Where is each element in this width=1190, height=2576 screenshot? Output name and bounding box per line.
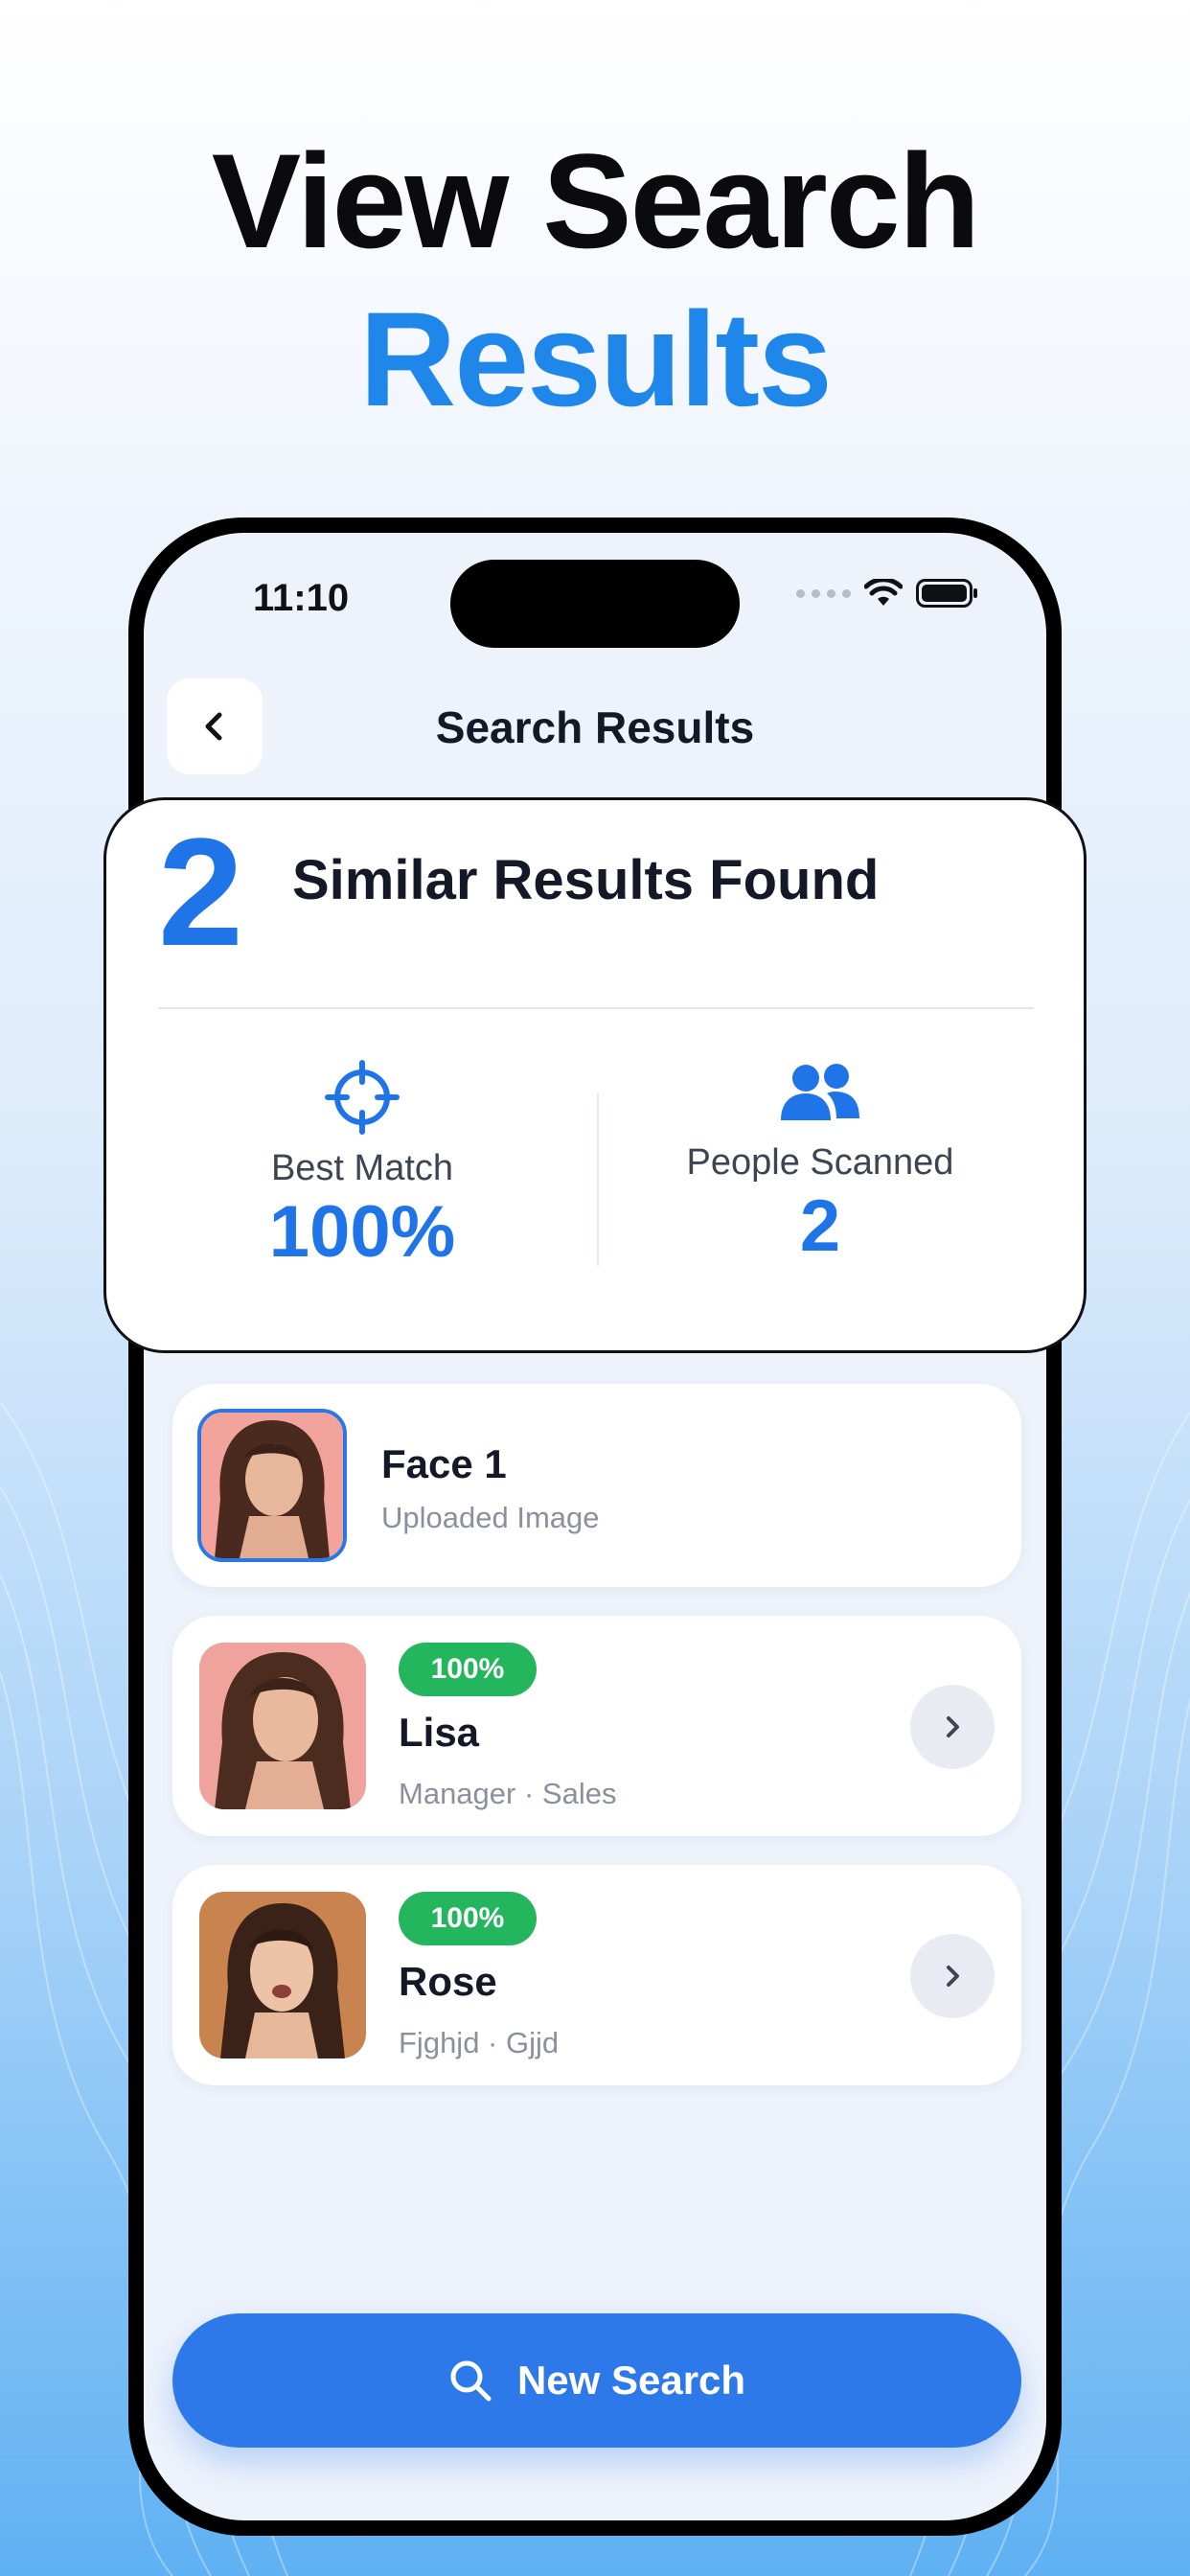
new-search-button[interactable]: New Search [172, 2313, 1021, 2448]
status-time: 11:10 [253, 577, 350, 619]
results-list: Face 1 Uploaded Image 100% Lisa Manager … [172, 1384, 1021, 2114]
new-search-label: New Search [516, 2358, 746, 2403]
best-match-label: Best Match [270, 1148, 454, 1188]
page-title: Search Results [435, 702, 755, 752]
result-name: Rose [399, 1959, 497, 2004]
headline-line-1: View Search [211, 126, 980, 276]
match-badge: 100% [399, 1643, 537, 1696]
summary-title: Similar Results Found [292, 849, 880, 911]
summary-divider [158, 1007, 1034, 1009]
uploaded-face-thumbnail [197, 1409, 347, 1562]
result-card-rose[interactable]: 100% Rose Fjghjd · Gjjd [172, 1865, 1021, 2085]
result-card-lisa[interactable]: 100% Lisa Manager · Sales [172, 1616, 1021, 1836]
chevron-right-icon [947, 1966, 959, 1987]
chevron-right-icon [947, 1716, 959, 1737]
result-subtitle: Fjghjd · Gjjd [399, 2026, 560, 2059]
wifi-icon [864, 579, 903, 606]
people-scanned-value: 2 [799, 1185, 841, 1267]
headline-line-2: Results [359, 284, 833, 434]
open-result-button[interactable] [910, 1934, 995, 2018]
uploaded-face-card: Face 1 Uploaded Image [172, 1384, 1021, 1587]
battery-icon [916, 579, 977, 608]
results-summary-card: 2 Similar Results Found Best Match 100% … [103, 797, 1087, 1353]
open-result-button[interactable] [910, 1685, 995, 1769]
people-scanned-label: People Scanned [686, 1142, 954, 1183]
signal-dots-icon [796, 588, 851, 598]
result-count: 2 [158, 806, 243, 978]
best-match-value: 100% [268, 1191, 456, 1273]
result-avatar [199, 1892, 366, 2058]
promo-headline: View Search Results [0, 125, 1190, 441]
best-match-stat: Best Match 100% [137, 1059, 587, 1276]
people-icon [781, 1064, 859, 1120]
crosshair-icon [325, 1060, 400, 1135]
match-badge: 100% [399, 1892, 537, 1945]
uploaded-face-subtitle: Uploaded Image [381, 1501, 600, 1534]
result-subtitle: Manager · Sales [399, 1777, 617, 1810]
search-icon [450, 2360, 492, 2402]
people-scanned-stat: People Scanned 2 [595, 1059, 1045, 1270]
dynamic-island [450, 560, 740, 648]
result-avatar [199, 1643, 366, 1809]
result-name: Lisa [399, 1710, 480, 1755]
status-icons [796, 579, 979, 608]
uploaded-face-name: Face 1 [381, 1441, 507, 1486]
